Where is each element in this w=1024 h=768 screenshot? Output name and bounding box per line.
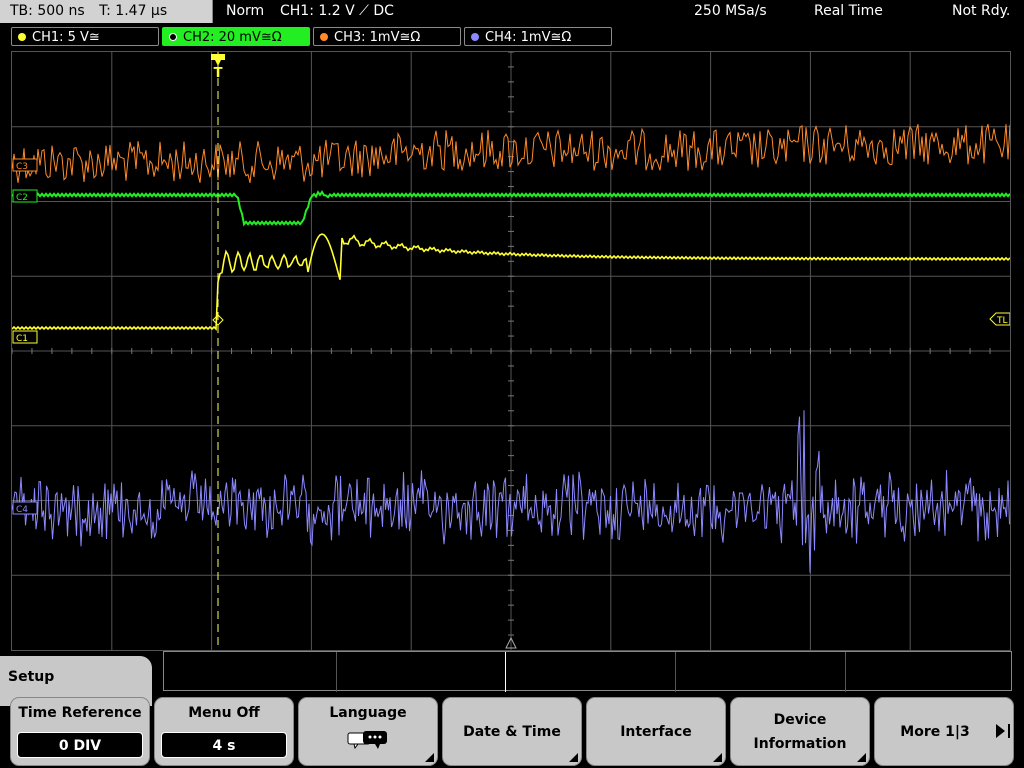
softkey-label: Interface [620, 724, 692, 740]
channel-color-dot [169, 33, 177, 41]
zoom-strip [163, 651, 1012, 692]
softkey-label: Menu Off [188, 705, 260, 721]
softkey-label: Date & Time [463, 724, 561, 740]
softkey-label: Language [329, 705, 407, 721]
date-time-softkey[interactable]: Date & Time [442, 697, 582, 766]
next-page-arrow-icon [996, 724, 1005, 738]
channel-tab-label: CH4: 1mV≅Ω [485, 30, 572, 45]
trigger-level-marker: TL [989, 312, 1010, 326]
time-reference-softkey[interactable]: Time Reference 0 DIV [10, 697, 150, 766]
trigger-position-label: T [214, 66, 223, 81]
next-page-bar-icon [1008, 724, 1010, 738]
submenu-corner-icon [569, 753, 578, 762]
softkey-label: Time Reference [18, 705, 142, 721]
svg-text:TL: TL [996, 316, 1008, 326]
interface-softkey[interactable]: Interface [586, 697, 726, 766]
menu-off-softkey[interactable]: Menu Off 4 s [154, 697, 294, 766]
speech-bubbles-icon [347, 731, 387, 750]
channel-tab-label: CH2: 20 mV≅Ω [183, 30, 282, 45]
ch1-level-marker: C1 [12, 330, 38, 344]
time-reference-value: 0 DIV [17, 732, 143, 758]
softkey-label-line1: Device [773, 712, 827, 728]
timebase-readout[interactable]: TB: 500 ns T: 1.47 µs [0, 0, 213, 23]
channel-color-dot [18, 33, 26, 41]
waveform-canvas: T C3 C2 C1 C4 TL [12, 52, 1010, 650]
trigger-mode[interactable]: Norm [226, 0, 264, 23]
status-bar: Norm CH1: 1.2 V ⟋ DC 250 MSa/s Real Time… [214, 0, 1024, 23]
trigger-source-level[interactable]: CH1: 1.2 V ⟋ DC [280, 0, 394, 23]
waveform-display[interactable]: T C3 C2 C1 C4 TL [11, 51, 1011, 651]
trigger-time-value: T: 1.47 µs [99, 3, 168, 19]
channel-color-dot [471, 33, 479, 41]
device-information-softkey[interactable]: Device Information [730, 697, 870, 766]
channel-color-dot [320, 33, 328, 41]
svg-text:C4: C4 [16, 505, 28, 515]
submenu-corner-icon [425, 753, 434, 762]
channel-tab-label: CH1: 5 V≅ [32, 30, 100, 45]
graticule-grid [12, 52, 1010, 650]
timebase-value: TB: 500 ns [10, 3, 85, 19]
acquisition-status: Not Rdy. [952, 3, 1011, 19]
setup-title-label: Setup [8, 669, 55, 685]
trigger-position-marker [211, 54, 225, 66]
channel-tab-label: CH3: 1mV≅Ω [334, 30, 421, 45]
menu-off-value: 4 s [161, 732, 287, 758]
ch2-level-marker: C2 [12, 189, 38, 203]
softkey-label: More 1|3 [900, 724, 970, 740]
ch4-level-marker: C4 [12, 501, 38, 515]
channel-tab-ch3[interactable]: CH3: 1mV≅Ω [313, 27, 461, 46]
svg-text:C2: C2 [16, 193, 28, 203]
sample-rate: 250 MSa/s [694, 3, 767, 19]
ch3-level-marker: C3 [12, 158, 38, 172]
channel-tab-ch1[interactable]: CH1: 5 V≅ [11, 27, 159, 46]
softkey-label-line2: Information [753, 736, 847, 752]
channel-tab-ch4[interactable]: CH4: 1mV≅Ω [464, 27, 612, 46]
language-softkey[interactable]: Language [298, 697, 438, 766]
svg-text:C1: C1 [16, 334, 28, 344]
svg-text:C3: C3 [16, 162, 28, 172]
submenu-corner-icon [857, 753, 866, 762]
more-softkey[interactable]: More 1|3 [874, 697, 1014, 766]
submenu-corner-icon [713, 753, 722, 762]
channel-tab-ch2[interactable]: CH2: 20 mV≅Ω [162, 27, 310, 46]
acquisition-mode: Real Time [814, 3, 883, 19]
